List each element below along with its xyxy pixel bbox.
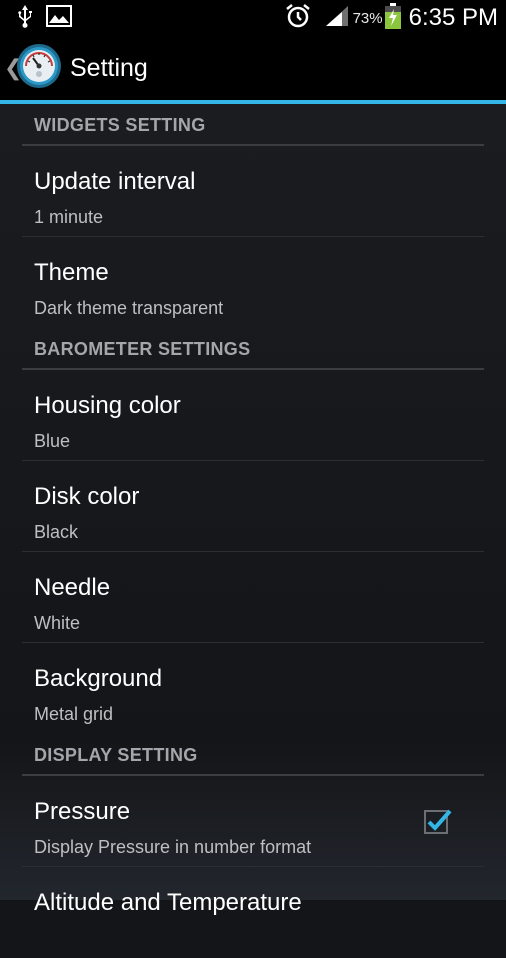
- setting-housing-color[interactable]: Housing color Blue: [22, 370, 484, 461]
- settings-list[interactable]: WIDGETS SETTING Update interval 1 minute…: [0, 104, 506, 916]
- setting-background[interactable]: Background Metal grid: [22, 643, 484, 734]
- category-widgets-setting: WIDGETS SETTING: [22, 104, 484, 146]
- setting-pressure[interactable]: Pressure Display Pressure in number form…: [22, 776, 484, 867]
- category-header: DISPLAY SETTING: [34, 745, 198, 765]
- setting-title: Disk color: [34, 483, 140, 510]
- setting-disk-color[interactable]: Disk color Black: [22, 461, 484, 552]
- battery-charging-icon: [384, 3, 401, 33]
- category-header: WIDGETS SETTING: [34, 115, 206, 135]
- pressure-checkbox[interactable]: [424, 806, 452, 834]
- setting-title: Update interval: [34, 168, 196, 195]
- setting-title: Altitude and Temperature: [34, 889, 302, 916]
- up-navigation-icon[interactable]: ❮: [4, 56, 22, 81]
- page-title: Setting: [70, 53, 148, 82]
- setting-title: Needle: [34, 574, 111, 601]
- setting-summary: 1 minute: [34, 207, 104, 227]
- setting-altitude-temperature[interactable]: Altitude and Temperature: [22, 867, 484, 958]
- setting-theme[interactable]: Theme Dark theme transparent: [22, 237, 484, 328]
- category-header: BAROMETER SETTINGS: [34, 339, 251, 359]
- setting-title: Housing color: [34, 392, 181, 419]
- status-bar: 73% 6:35 PM: [0, 0, 506, 36]
- usb-icon: [16, 4, 34, 32]
- clock-time: 6:35 PM: [408, 4, 498, 31]
- setting-summary: Metal grid: [34, 704, 114, 724]
- action-bar: ❮ Setting: [0, 36, 506, 100]
- signal-icon: [325, 5, 349, 31]
- setting-title: Background: [34, 665, 163, 692]
- setting-needle[interactable]: Needle White: [22, 552, 484, 643]
- category-display-setting: DISPLAY SETTING: [22, 734, 484, 776]
- setting-summary: White: [34, 613, 81, 633]
- image-icon: [46, 5, 72, 31]
- setting-update-interval[interactable]: Update interval 1 minute: [22, 146, 484, 237]
- setting-summary: Black: [34, 522, 79, 542]
- alarm-icon: [285, 3, 311, 33]
- barometer-icon[interactable]: [16, 43, 62, 93]
- setting-summary: Dark theme transparent: [34, 298, 224, 318]
- setting-summary: Display Pressure in number format: [34, 837, 312, 857]
- setting-title: Pressure: [34, 798, 131, 825]
- category-barometer-settings: BAROMETER SETTINGS: [22, 328, 484, 370]
- battery-percent: 73%: [352, 9, 383, 27]
- setting-title: Theme: [34, 259, 109, 286]
- setting-summary: Blue: [34, 431, 71, 451]
